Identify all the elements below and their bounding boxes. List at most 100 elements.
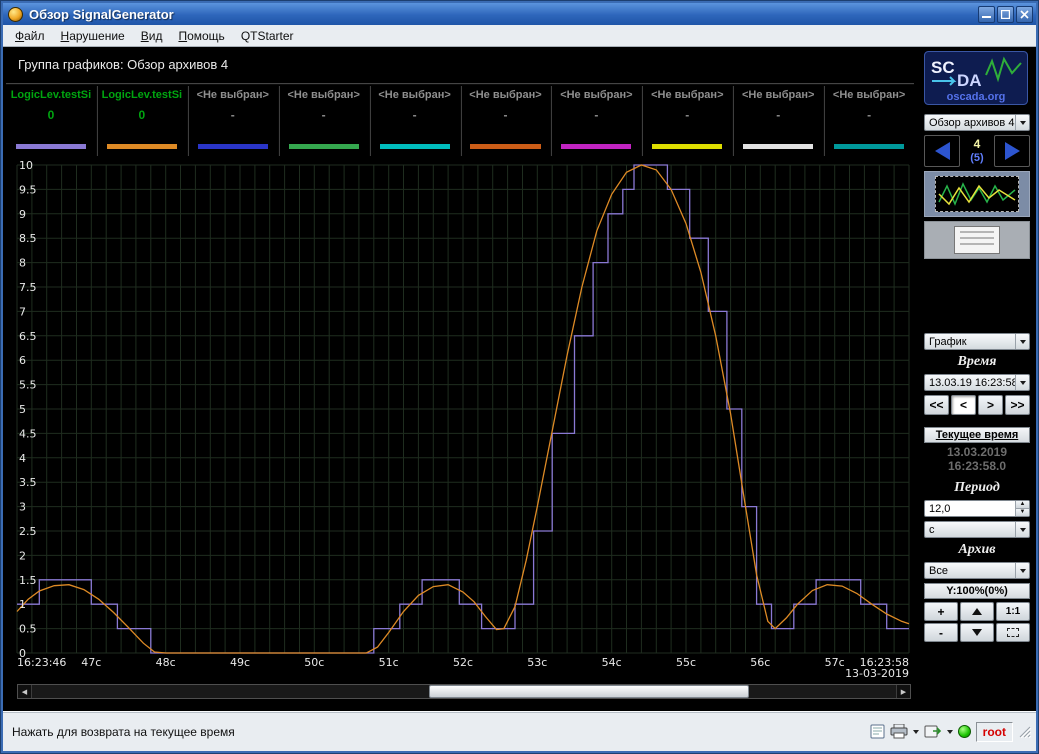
- parameter-color-bar: [198, 144, 268, 149]
- legend-parameter[interactable]: <Не выбран> -: [641, 86, 732, 156]
- legend-parameter[interactable]: LogicLev.testSi0: [6, 86, 96, 156]
- svg-text:8.5: 8.5: [19, 232, 37, 245]
- legend-parameter[interactable]: LogicLev.testSi0: [96, 86, 187, 156]
- svg-text:5.5: 5.5: [19, 379, 37, 392]
- period-unit-combo[interactable]: с: [924, 521, 1030, 538]
- time-forward-button[interactable]: >: [978, 395, 1003, 415]
- parameter-name: <Не выбран>: [742, 89, 814, 101]
- scrollbar-thumb[interactable]: [429, 685, 749, 698]
- chart-horizontal-scrollbar[interactable]: ◀ ▶: [17, 684, 911, 699]
- parameter-value: -: [685, 108, 689, 122]
- arrow-right-icon: [1005, 142, 1020, 160]
- legend-parameter[interactable]: <Не выбран>-: [823, 86, 914, 156]
- legend-parameter[interactable]: <Не выбран> -: [732, 86, 823, 156]
- trend-chart[interactable]: 109.598.587.576.565.554.543.532.521.510.…: [3, 157, 917, 681]
- trend-chart-canvas[interactable]: 109.598.587.576.565.554.543.532.521.510.…: [16, 157, 910, 679]
- time-far-forward-button[interactable]: >>: [1005, 395, 1030, 415]
- zoom-out-button[interactable]: -: [924, 623, 958, 642]
- current-time-header: Текущее время: [924, 427, 1030, 443]
- arrow-down-icon: [972, 629, 982, 636]
- legend-parameter[interactable]: <Не выбран>-: [460, 86, 551, 156]
- pan-down-button[interactable]: [960, 623, 994, 642]
- legend-parameter[interactable]: <Не выбран>-: [369, 86, 460, 156]
- parameter-value: 0: [139, 108, 146, 122]
- svg-text:1: 1: [19, 598, 26, 611]
- close-icon: [1020, 10, 1029, 19]
- parameter-value: -: [776, 108, 780, 122]
- svg-text:4: 4: [19, 452, 26, 465]
- pan-up-button[interactable]: [960, 602, 994, 621]
- period-section-label: Период: [924, 480, 1030, 496]
- logo-text-da: DA: [957, 71, 982, 90]
- scroll-right-icon[interactable]: ▶: [896, 685, 910, 698]
- close-button[interactable]: [1016, 6, 1033, 23]
- parameter-name: <Не выбран>: [469, 89, 541, 101]
- scroll-left-icon[interactable]: ◀: [18, 685, 32, 698]
- scale-1to1-button[interactable]: 1:1: [996, 602, 1030, 621]
- parameter-color-bar: [470, 144, 540, 149]
- svg-text:52с: 52с: [453, 656, 473, 669]
- menu-help[interactable]: Помощь: [170, 26, 232, 46]
- next-page-button[interactable]: [994, 135, 1030, 167]
- svg-text:6.5: 6.5: [19, 330, 37, 343]
- fit-selection-button[interactable]: [996, 623, 1030, 642]
- svg-text:55с: 55с: [676, 656, 696, 669]
- resize-grip[interactable]: [1018, 725, 1031, 738]
- parameter-name: <Не выбран>: [651, 89, 723, 101]
- time-navigation: << < > >>: [924, 395, 1030, 415]
- group-select-combo[interactable]: Обзор архивов 4: [924, 114, 1030, 131]
- print-dropdown-icon[interactable]: [913, 730, 919, 737]
- svg-text:7: 7: [19, 305, 26, 318]
- alarm-status-led[interactable]: [958, 725, 971, 738]
- export-dropdown-icon[interactable]: [947, 730, 953, 737]
- legend-parameter[interactable]: <Не выбран>-: [550, 86, 641, 156]
- svg-text:6: 6: [19, 354, 26, 367]
- statusbar-tray: root: [870, 722, 1031, 742]
- svg-text:10: 10: [19, 159, 33, 172]
- spinbox-buttons: ▲ ▼: [1015, 501, 1029, 516]
- scrollbar-track[interactable]: [32, 685, 896, 698]
- parameter-color-bar: [743, 144, 813, 149]
- application-window: Обзор SignalGenerator ФайлНарушениеВидПо…: [0, 0, 1039, 754]
- titlebar[interactable]: Обзор SignalGenerator: [3, 3, 1036, 25]
- export-icon[interactable]: [924, 724, 942, 739]
- current-user[interactable]: root: [976, 722, 1013, 742]
- time-far-back-button[interactable]: <<: [924, 395, 949, 415]
- legend-parameter[interactable]: <Не выбран>-: [278, 86, 369, 156]
- menu-violation[interactable]: Нарушение: [53, 26, 133, 46]
- menu-view[interactable]: Вид: [133, 26, 171, 46]
- spin-down-icon[interactable]: ▼: [1016, 508, 1029, 516]
- period-spinbox[interactable]: 12,0 ▲ ▼: [924, 500, 1030, 517]
- menu-qtstarter[interactable]: QTStarter: [233, 26, 302, 46]
- document-thumbnail-preview: [954, 226, 1000, 254]
- legend-parameter[interactable]: <Не выбран>-: [187, 86, 278, 156]
- messages-doc-icon[interactable]: [870, 724, 885, 739]
- maximize-button[interactable]: [997, 6, 1014, 23]
- minimize-button[interactable]: [978, 6, 995, 23]
- prev-page-button[interactable]: [924, 135, 960, 167]
- period-unit-value: с: [929, 524, 1015, 536]
- time-back-button[interactable]: <: [951, 395, 976, 415]
- parameter-value: -: [867, 108, 871, 122]
- page-current: 4: [974, 138, 981, 151]
- trend-thumbnail-selected[interactable]: [924, 171, 1030, 217]
- document-thumbnail[interactable]: [924, 221, 1030, 259]
- archive-combo[interactable]: Все: [924, 562, 1030, 579]
- svg-text:3: 3: [19, 501, 26, 514]
- print-icon[interactable]: [890, 724, 908, 739]
- parameter-value: -: [413, 108, 417, 122]
- spin-up-icon[interactable]: ▲: [1016, 501, 1029, 508]
- svg-text:56с: 56с: [750, 656, 770, 669]
- svg-text:9.5: 9.5: [19, 183, 37, 196]
- chevron-down-icon: [1015, 115, 1029, 130]
- svg-text:51с: 51с: [379, 656, 399, 669]
- app-icon: [8, 7, 23, 22]
- menu-file[interactable]: Файл: [7, 26, 53, 46]
- view-mode-combo[interactable]: График: [924, 333, 1030, 350]
- time-select-combo[interactable]: 13.03.19 16:23:58: [924, 374, 1030, 391]
- maximize-icon: [1001, 10, 1010, 19]
- parameter-value: 0: [48, 108, 55, 122]
- svg-text:4.5: 4.5: [19, 427, 37, 440]
- svg-text:13-03-2019: 13-03-2019: [845, 667, 909, 679]
- zoom-in-button[interactable]: +: [924, 602, 958, 621]
